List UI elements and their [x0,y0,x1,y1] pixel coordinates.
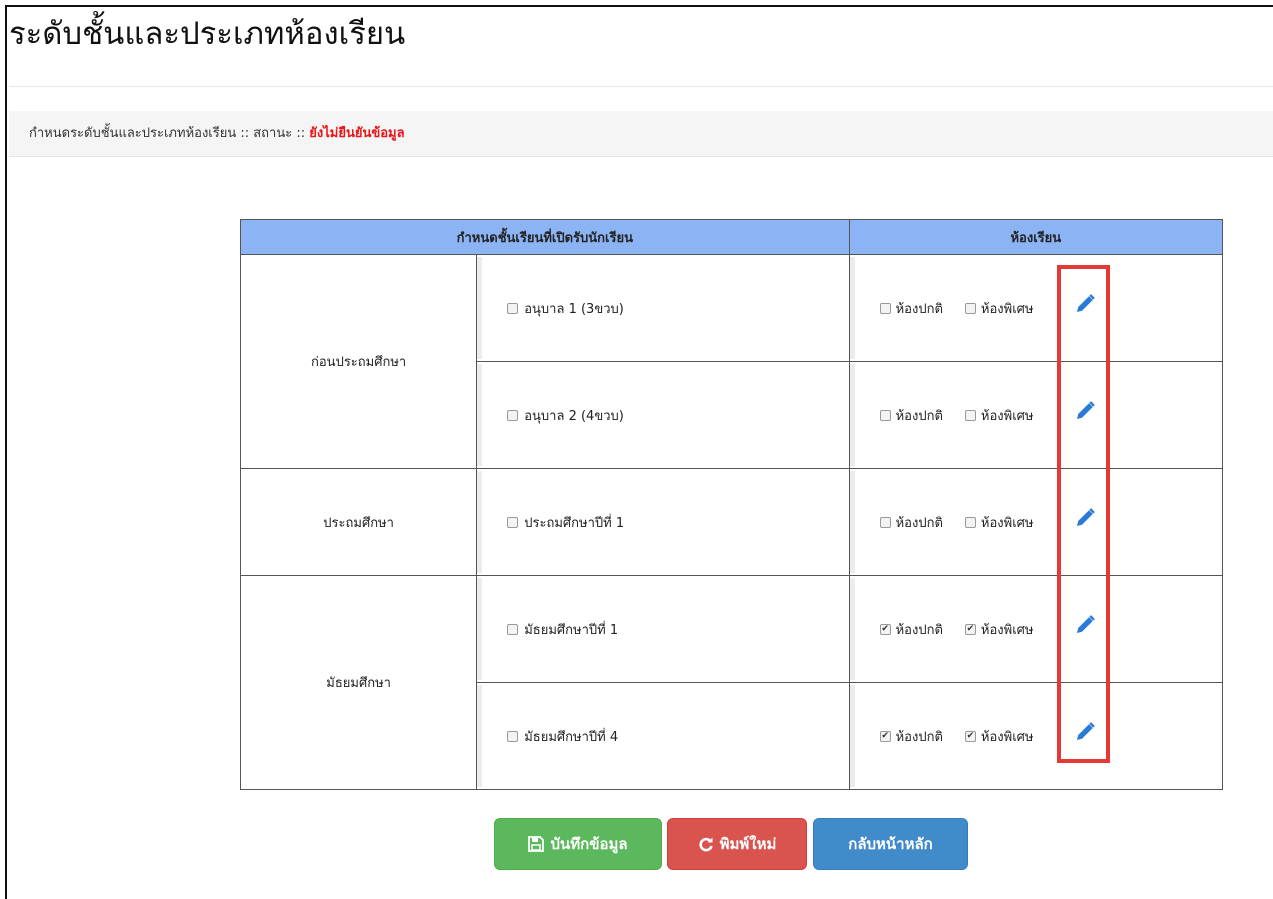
class-level-table: กำหนดชั้นเรียนที่เปิดรับนักเรียน ห้องเรี… [239,219,1224,790]
home-button-label: กลับหน้าหลัก [848,835,933,853]
cell-divider [477,471,483,573]
level-cell: ก่อนประถมศึกษา [239,254,478,469]
class-checkbox[interactable] [507,730,519,742]
class-checkbox[interactable] [507,409,519,421]
table-row: ประถมศึกษา ประถมศึกษาปีที่ 1 ห้องปกติ ห้องพ… [239,468,1224,576]
normal-room-option[interactable]: ห้องปกติ [879,619,943,640]
normal-room-option[interactable]: ห้องปกติ [879,298,943,319]
special-room-option[interactable]: ห้องพิเศษ [964,726,1043,747]
header-classroom: ห้องเรียน [848,219,1224,255]
status-value: ยังไม่ยืนยันข้อมูล [309,126,405,141]
normal-room-checkbox[interactable] [879,516,891,528]
level-cell: มัธยมศึกษา [239,575,478,790]
room-cell: ห้องปกติ ห้องพิเศษ [848,575,1224,683]
floppy-disk-icon [528,836,545,852]
special-room-label: ห้องพิเศษ [980,729,1034,745]
normal-room-label: ห้องปกติ [895,408,943,424]
special-room-checkbox[interactable] [964,409,976,421]
refresh-icon [698,836,714,852]
room-cell: ห้องปกติ ห้องพิเศษ [848,254,1224,362]
class-option[interactable]: มัธยมศึกษาปีที่ 1 [477,619,848,640]
normal-room-option[interactable]: ห้องปกติ [879,512,943,533]
special-room-option[interactable]: ห้องพิเศษ [964,298,1043,319]
special-room-option[interactable]: ห้องพิเศษ [964,512,1043,533]
header-class-open: กำหนดชั้นเรียนที่เปิดรับนักเรียน [240,219,850,255]
reset-button-label: พิมพ์ใหม่ [719,835,777,853]
special-room-option[interactable]: ห้องพิเศษ [964,619,1043,640]
special-room-label: ห้องพิเศษ [980,408,1034,424]
class-label: อนุบาล 2 (4ขวบ) [524,408,624,424]
cell-divider [477,257,483,359]
cell-divider [849,471,855,573]
reset-button[interactable]: พิมพ์ใหม่ [667,818,807,870]
cell-divider [849,257,855,359]
page-title: ระดับชั้นและประเภทห้องเรียน [9,16,406,52]
table-body: ก่อนประถมศึกษา อนุบาล 1 (3ขวบ) ห้องปกติ ห้อ… [239,254,1224,790]
class-checkbox[interactable] [507,623,519,635]
normal-room-label: ห้องปกติ [895,622,943,638]
room-cell: ห้องปกติ ห้องพิเศษ [848,682,1224,790]
pencil-icon[interactable] [1074,293,1096,315]
status-bar: กำหนดระดับชั้นและประเภทห้องเรียน :: สถาน… [9,111,1273,157]
class-cell: ประถมศึกษาปีที่ 1 [476,468,850,576]
status-label: กำหนดระดับชั้นและประเภทห้องเรียน :: สถาน… [29,126,310,141]
normal-room-label: ห้องปกติ [895,729,943,745]
save-button-label: บันทึกข้อมูล [550,835,628,853]
normal-room-checkbox[interactable] [879,730,891,742]
pencil-icon[interactable] [1074,400,1096,422]
table-row: ก่อนประถมศึกษา อนุบาล 1 (3ขวบ) ห้องปกติ ห้อ… [239,254,1224,469]
class-cell: อนุบาล 2 (4ขวบ) [476,361,850,469]
class-cell: อนุบาล 1 (3ขวบ) [476,254,850,362]
level-cell: ประถมศึกษา [239,468,478,576]
pencil-icon[interactable] [1074,614,1096,636]
normal-room-label: ห้องปกติ [895,515,943,531]
special-room-label: ห้องพิเศษ [980,301,1034,317]
table-header-row: กำหนดชั้นเรียนที่เปิดรับนักเรียน ห้องเรี… [240,219,1224,255]
cell-divider [849,685,855,787]
special-room-option[interactable]: ห้องพิเศษ [964,405,1043,426]
special-room-label: ห้องพิเศษ [980,622,1034,638]
pencil-icon[interactable] [1074,721,1096,743]
special-room-checkbox[interactable] [964,730,976,742]
pencil-icon[interactable] [1074,507,1096,529]
special-room-checkbox[interactable] [964,516,976,528]
class-cell: มัธยมศึกษาปีที่ 4 [476,682,850,790]
normal-room-checkbox[interactable] [879,409,891,421]
cell-divider [849,364,855,466]
cell-divider [477,364,483,466]
normal-room-option[interactable]: ห้องปกติ [879,726,943,747]
cell-divider [849,578,855,680]
home-button[interactable]: กลับหน้าหลัก [813,818,968,870]
class-label: มัธยมศึกษาปีที่ 4 [524,729,619,745]
title-divider [9,86,1273,87]
normal-room-checkbox[interactable] [879,623,891,635]
special-room-checkbox[interactable] [964,302,976,314]
room-cell: ห้องปกติ ห้องพิเศษ [848,361,1224,469]
table-row: มัธยมศึกษามัธยมศึกษาปีที่ 1ห้องปกติห้องพ… [239,575,1224,790]
save-button[interactable]: บันทึกข้อมูล [494,818,662,870]
cell-divider [477,578,483,680]
normal-room-label: ห้องปกติ [895,301,943,317]
class-checkbox[interactable] [507,516,519,528]
special-room-label: ห้องพิเศษ [980,515,1034,531]
class-option[interactable]: อนุบาล 1 (3ขวบ) [477,298,848,319]
normal-room-option[interactable]: ห้องปกติ [879,405,943,426]
class-checkbox[interactable] [507,302,519,314]
normal-room-checkbox[interactable] [879,302,891,314]
room-cell: ห้องปกติ ห้องพิเศษ [848,468,1224,576]
special-room-checkbox[interactable] [964,623,976,635]
cell-divider [477,685,483,787]
class-cell: มัธยมศึกษาปีที่ 1 [476,575,850,683]
class-label: มัธยมศึกษาปีที่ 1 [524,622,619,638]
class-option[interactable]: อนุบาล 2 (4ขวบ) [477,405,848,426]
class-option[interactable]: มัธยมศึกษาปีที่ 4 [477,726,848,747]
class-label: ประถมศึกษาปีที่ 1 [524,515,625,531]
class-label: อนุบาล 1 (3ขวบ) [524,301,624,317]
class-option[interactable]: ประถมศึกษาปีที่ 1 [477,512,848,533]
